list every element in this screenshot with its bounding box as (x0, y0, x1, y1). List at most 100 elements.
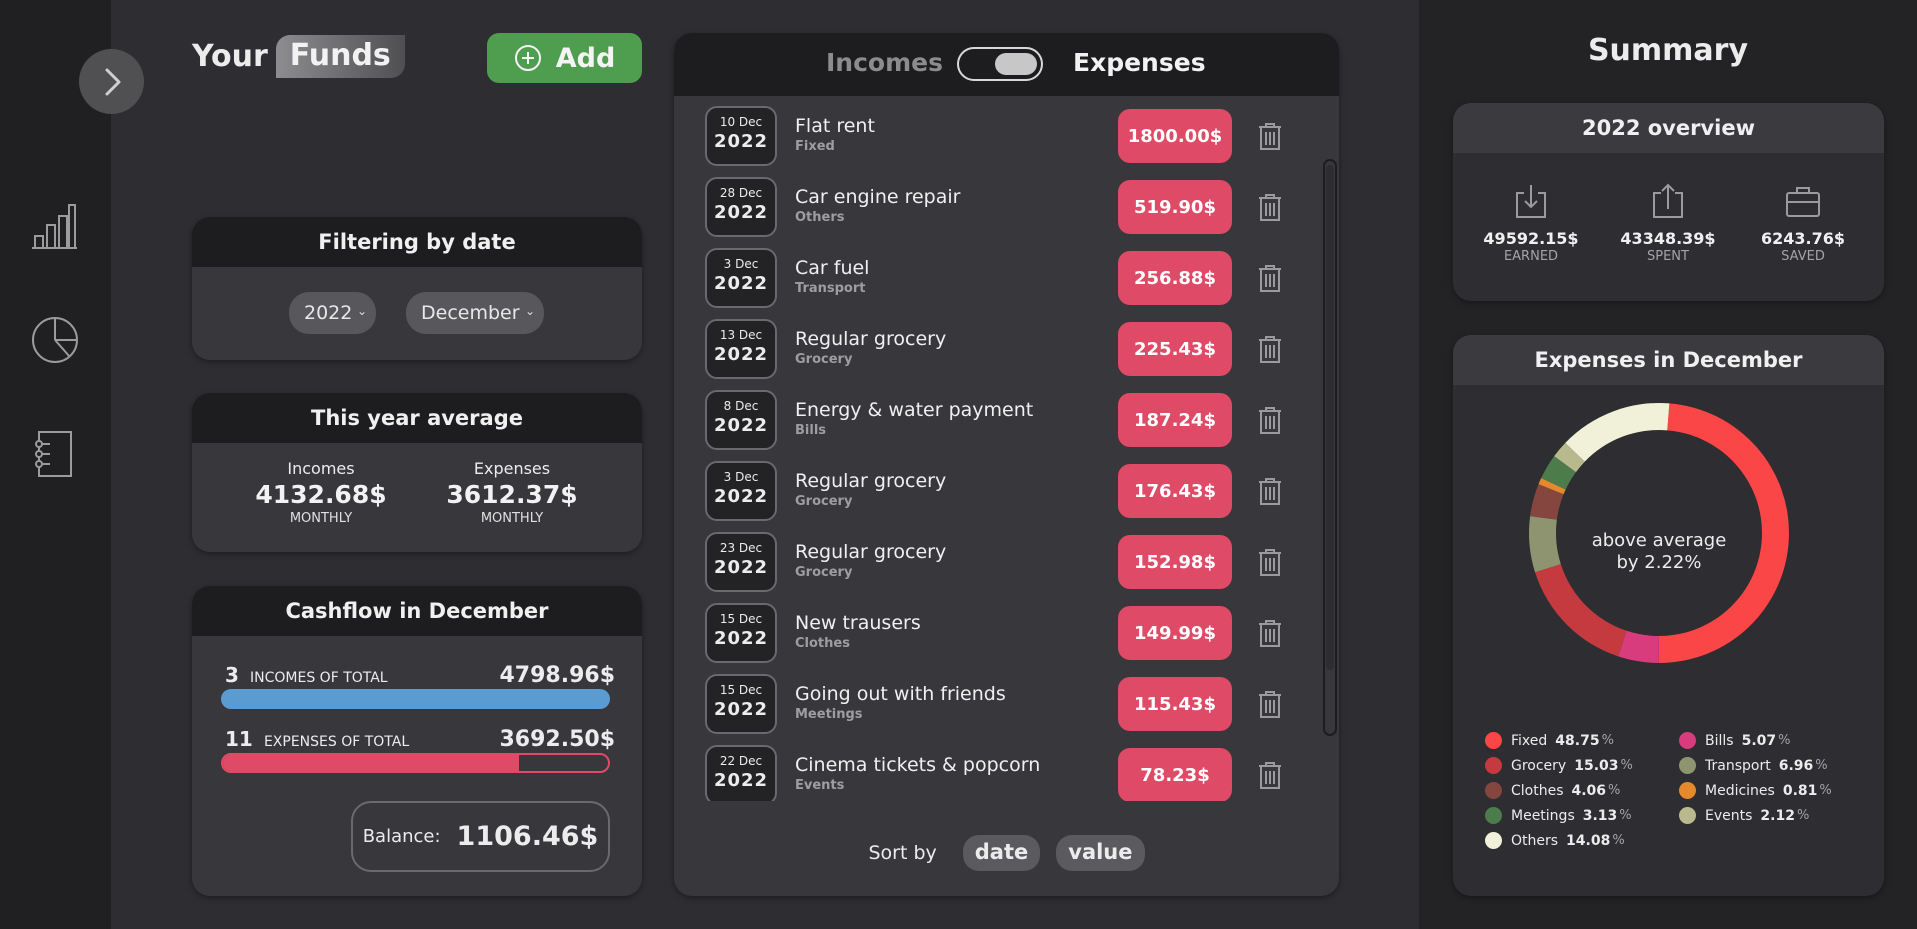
expense-row[interactable]: 28 Dec 2022 Car engine repair Others 519.90$ (705, 177, 1285, 237)
expense-name: Car engine repair (795, 186, 961, 208)
donut-center-text: above average by 2.22% (1547, 530, 1771, 574)
cashflow-title: Cashflow in December (192, 586, 642, 636)
legend-item: Others 14.08% (1485, 832, 1625, 849)
date-day: 8 Dec (723, 399, 759, 413)
bar-chart-icon[interactable] (30, 203, 80, 253)
expenses-count: 11 (225, 727, 253, 751)
expense-row[interactable]: 23 Dec 2022 Regular grocery Grocery 152.98$ (705, 532, 1285, 592)
date-badge: 8 Dec 2022 (705, 390, 777, 450)
tab-expenses[interactable]: Expenses (1073, 48, 1206, 77)
expense-category: Events (795, 778, 845, 793)
balance-value: 1106.46$ (456, 821, 599, 852)
expense-amount-button[interactable]: 115.43$ (1118, 677, 1232, 731)
expense-row[interactable]: 22 Dec 2022 Cinema tickets & popcorn Events… (705, 745, 1285, 801)
incomes-expenses-toggle[interactable] (957, 47, 1043, 81)
legend-unit: % (1620, 758, 1633, 773)
trash-icon[interactable] (1258, 193, 1282, 221)
expense-row[interactable]: 15 Dec 2022 Going out with friends Meetings… (705, 674, 1285, 734)
legend-value: 2.12 (1760, 807, 1795, 824)
donut-slice-grocery (1535, 564, 1627, 657)
average-expenses-label: Expenses (473, 459, 551, 478)
trash-icon[interactable] (1258, 761, 1282, 789)
expense-amount-button[interactable]: 176.43$ (1118, 464, 1232, 518)
donut-center-line2: by 2.22% (1616, 552, 1702, 573)
legend-item: Grocery 15.03% (1485, 757, 1633, 774)
average-incomes-label: Incomes (287, 459, 355, 478)
trash-icon[interactable] (1258, 406, 1282, 434)
expense-amount-button[interactable]: 519.90$ (1118, 180, 1232, 234)
expense-category: Clothes (795, 636, 850, 651)
incomes-total-value: 4798.96$ (499, 663, 615, 688)
legend-unit: % (1612, 833, 1625, 848)
expense-row[interactable]: 10 Dec 2022 Flat rent Fixed 1800.00$ (705, 106, 1285, 166)
filter-card: Filtering by date 2022 ⌄ December ⌄ (192, 217, 642, 360)
incomes-bar-fill (221, 689, 610, 709)
legend-unit: % (1796, 808, 1810, 823)
legend-item: Transport 6.96% (1679, 757, 1828, 774)
trash-icon[interactable] (1258, 477, 1282, 505)
expense-amount-button[interactable]: 256.88$ (1118, 251, 1232, 305)
balance-label: Balance: (362, 826, 441, 847)
donut-center-line1: above average (1591, 530, 1727, 551)
legend-value: 3.13 (1582, 807, 1618, 824)
sort-by-value-button[interactable]: value (1056, 835, 1145, 871)
legend-swatch (1485, 807, 1502, 824)
expense-category: Meetings (795, 707, 863, 722)
year-value: 2022 (304, 302, 353, 324)
expense-row[interactable]: 15 Dec 2022 New trausers Clothes 149.99$ (705, 603, 1285, 663)
plus-circle-icon (514, 45, 541, 71)
spent-stat: 43348.39$ SPENT (1601, 183, 1735, 264)
legend-unit: % (1608, 783, 1621, 798)
download-icon (1516, 185, 1546, 218)
date-day: 15 Dec (719, 683, 763, 697)
chevron-down-icon: ⌄ (356, 304, 367, 318)
expand-sidebar-button[interactable] (79, 49, 144, 114)
year-select[interactable]: 2022 ⌄ (289, 292, 376, 334)
trash-icon[interactable] (1258, 690, 1282, 718)
average-card: This year average Incomes 4132.68$ MONTH… (192, 393, 642, 552)
title-your: Your (192, 39, 268, 74)
legend-label: Others (1511, 832, 1559, 849)
trash-icon[interactable] (1258, 122, 1282, 150)
month-select[interactable]: December ⌄ (406, 292, 544, 334)
sort-by-date-button[interactable]: date (962, 835, 1041, 871)
notebook-icon[interactable] (30, 429, 80, 479)
legend-label: Events (1705, 807, 1753, 824)
chevron-right-icon (105, 68, 120, 95)
pie-chart-icon[interactable] (30, 315, 80, 365)
legend-item: Medicines 0.81% (1679, 782, 1832, 799)
expense-amount-button[interactable]: 187.24$ (1118, 393, 1232, 447)
trash-icon[interactable] (1258, 619, 1282, 647)
date-badge: 3 Dec 2022 (705, 248, 777, 308)
legend-swatch (1485, 782, 1502, 799)
expense-amount-button[interactable]: 1800.00$ (1118, 109, 1232, 163)
expense-row[interactable]: 13 Dec 2022 Regular grocery Grocery 225.43$ (705, 319, 1285, 379)
legend-label: Fixed (1511, 732, 1548, 749)
expense-row[interactable]: 3 Dec 2022 Car fuel Transport 256.88$ (705, 248, 1285, 308)
expenses-chart-card: Expenses in December above average by 2.… (1453, 335, 1884, 896)
trash-icon[interactable] (1258, 548, 1282, 576)
expense-row[interactable]: 8 Dec 2022 Energy & water payment Bills 187.… (705, 390, 1285, 450)
list-scrollbar[interactable] (1323, 159, 1337, 736)
expense-row[interactable]: 3 Dec 2022 Regular grocery Grocery 176.43$ (705, 461, 1285, 521)
sidebar (0, 0, 111, 929)
sort-controls: Sort by date value (674, 835, 1339, 871)
date-badge: 22 Dec 2022 (705, 745, 777, 801)
transactions-panel: Incomes Expenses 10 Dec 2022 Flat rent Fixe… (674, 33, 1339, 896)
saved-label: SAVED (1781, 249, 1825, 264)
average-expenses-period: MONTHLY (480, 511, 544, 526)
expense-amount-button[interactable]: 225.43$ (1118, 322, 1232, 376)
add-button[interactable]: Add (487, 33, 642, 83)
date-year: 2022 (713, 273, 769, 294)
tab-incomes[interactable]: Incomes (826, 48, 943, 77)
expense-amount-button[interactable]: 152.98$ (1118, 535, 1232, 589)
expense-amount-button[interactable]: 78.23$ (1118, 748, 1232, 801)
sort-label: Sort by (868, 842, 937, 864)
expense-amount-button[interactable]: 149.99$ (1118, 606, 1232, 660)
spent-label: SPENT (1647, 249, 1689, 264)
trash-icon[interactable] (1258, 335, 1282, 363)
date-year: 2022 (713, 344, 769, 365)
legend-swatch (1485, 757, 1502, 774)
scrollbar-thumb[interactable] (1326, 165, 1334, 670)
trash-icon[interactable] (1258, 264, 1282, 292)
